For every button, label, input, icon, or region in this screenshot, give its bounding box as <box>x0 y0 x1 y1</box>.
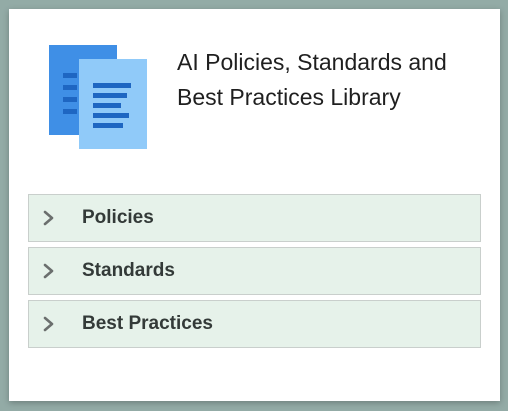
documents-icon <box>49 45 147 149</box>
accordion-item-label: Best Practices <box>82 313 213 334</box>
accordion: Policies Standards Best Practices <box>28 194 481 353</box>
card-header: AI Policies, Standards and Best Practice… <box>9 9 500 179</box>
library-card: AI Policies, Standards and Best Practice… <box>9 9 500 401</box>
accordion-item-standards[interactable]: Standards <box>28 247 481 295</box>
accordion-item-policies[interactable]: Policies <box>28 194 481 242</box>
accordion-item-label: Policies <box>82 207 154 228</box>
page-title: AI Policies, Standards and Best Practice… <box>177 49 447 110</box>
chevron-right-icon <box>43 263 54 279</box>
accordion-item-best-practices[interactable]: Best Practices <box>28 300 481 348</box>
chevron-right-icon <box>43 210 54 226</box>
chevron-right-icon <box>43 316 54 332</box>
accordion-item-label: Standards <box>82 260 175 281</box>
